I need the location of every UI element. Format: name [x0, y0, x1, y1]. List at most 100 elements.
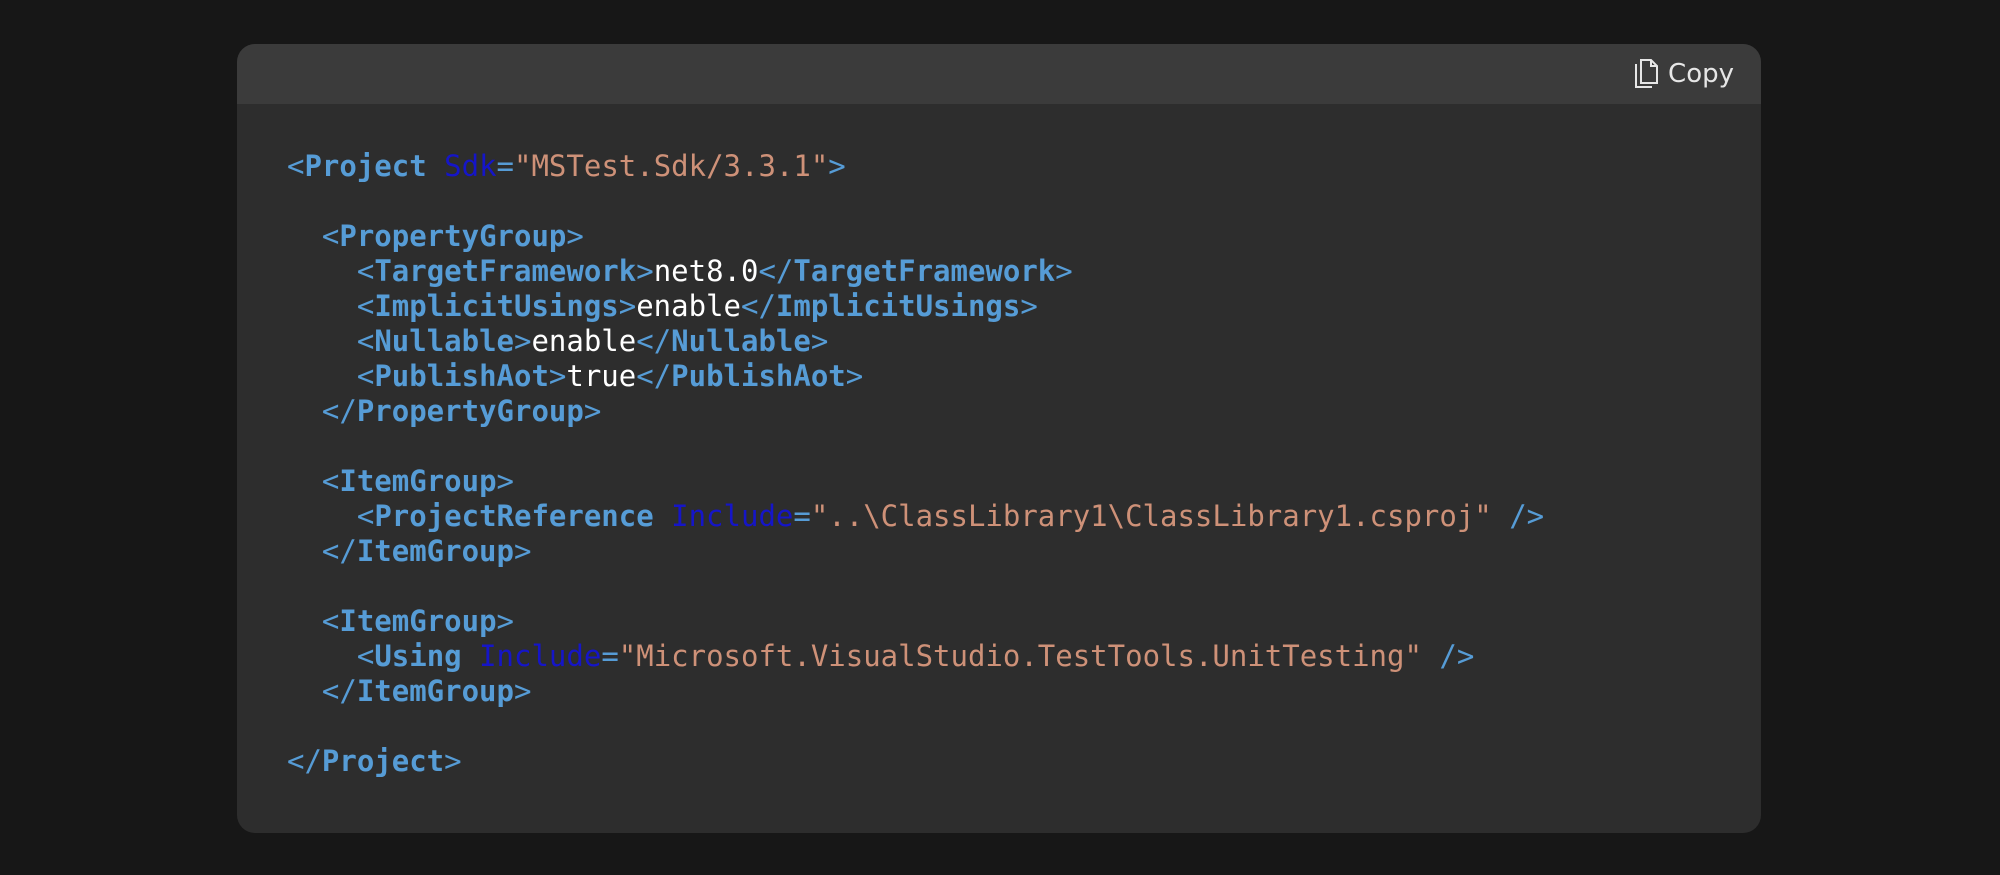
code-token-punc: >	[583, 394, 602, 428]
code-token-punc: <	[321, 219, 340, 253]
code-token-punc: </	[636, 324, 672, 358]
copy-icon	[1634, 59, 1660, 89]
code-token-tag: TargetFramework	[793, 254, 1056, 288]
code-token-punc: </	[321, 534, 357, 568]
code-line: <TargetFramework>net8.0</TargetFramework…	[287, 254, 1544, 289]
code-token-punc: >	[810, 324, 829, 358]
code-token-punc: >	[845, 359, 864, 393]
code-token-str: "..\ClassLibrary1\ClassLibrary1.csproj"	[810, 499, 1492, 533]
code-token-tag: ProjectReference	[374, 499, 654, 533]
code-line: </ItemGroup>	[287, 534, 1544, 569]
code-token-punc: >	[636, 254, 654, 288]
code-token-tag: TargetFramework	[374, 254, 637, 288]
code-token-txt: enable	[636, 289, 741, 323]
code-token-punc: <	[321, 464, 340, 498]
code-token-punc: =	[601, 639, 619, 673]
code-line: </ItemGroup>	[287, 674, 1544, 709]
code-token-punc: />	[1439, 639, 1475, 673]
code-token-punc: >	[566, 219, 584, 253]
code-token-tag: PropertyGroup	[339, 219, 567, 253]
code-token-punc: />	[1509, 499, 1545, 533]
code-block-header: Copy	[237, 44, 1761, 104]
code-token-punc: <	[356, 499, 375, 533]
copy-button[interactable]: Copy	[1634, 57, 1734, 91]
code-line: <PublishAot>true</PublishAot>	[287, 359, 1544, 394]
code-token-punc: <	[287, 149, 305, 183]
code-token-punc: >	[828, 149, 846, 183]
code-token-tag: ItemGroup	[339, 464, 497, 498]
code-block: Copy <Project Sdk="MSTest.Sdk/3.3.1"> <P…	[237, 44, 1761, 833]
code-token-txt: true	[566, 359, 637, 393]
code-token-punc: <	[321, 604, 340, 638]
code-token-punc: >	[513, 534, 532, 568]
code-token-str: "Microsoft.VisualStudio.TestTools.UnitTe…	[618, 639, 1422, 673]
code-token-attr: Sdk	[444, 149, 497, 183]
code-token-punc: </	[287, 744, 322, 778]
code-token-punc: =	[496, 149, 515, 183]
code-token-txt: net8.0	[653, 254, 759, 288]
code-token-punc: <	[356, 254, 375, 288]
code-token-tag: Project	[304, 149, 427, 183]
code-line: <ImplicitUsings>enable</ImplicitUsings>	[287, 289, 1544, 324]
code-token-tag: ImplicitUsings	[374, 289, 619, 323]
code-token-txt: enable	[531, 324, 637, 358]
code-token-tag: PropertyGroup	[356, 394, 584, 428]
code-line: <ItemGroup>	[287, 604, 1544, 639]
code-token-tag: ItemGroup	[356, 534, 514, 568]
code-token-punc: >	[548, 359, 567, 393]
code-token-punc: >	[513, 674, 532, 708]
code-line: <ItemGroup>	[287, 464, 1544, 499]
code-token-punc: </	[321, 394, 357, 428]
code-token-punc: >	[618, 289, 637, 323]
code-line: <Project Sdk="MSTest.Sdk/3.3.1">	[287, 149, 1544, 184]
code-token-tag: Using	[374, 639, 462, 673]
code-token-tag: ItemGroup	[356, 674, 514, 708]
code-token-punc: =	[793, 499, 811, 533]
code-token-tag: PublishAot	[374, 359, 549, 393]
code-token-punc: >	[444, 744, 462, 778]
code-line: <PropertyGroup>	[287, 219, 1544, 254]
code-token-punc: >	[496, 464, 514, 498]
code-line: </Project>	[287, 744, 1544, 779]
code-token-tag: PublishAot	[671, 359, 846, 393]
code-token-tag: ImplicitUsings	[775, 289, 1021, 323]
code-token-punc: >	[1020, 289, 1038, 323]
code-content: <Project Sdk="MSTest.Sdk/3.3.1"> <Proper…	[287, 149, 1544, 779]
code-token-tag: Project	[321, 744, 445, 778]
code-token-punc: </	[740, 289, 776, 323]
code-token-punc: >	[514, 324, 532, 358]
code-token-attr: Include	[479, 639, 602, 673]
code-line: <ProjectReference Include="..\ClassLibra…	[287, 499, 1544, 534]
code-token-tag: Nullable	[374, 324, 514, 358]
code-token-punc: >	[1055, 254, 1073, 288]
code-line: <Nullable>enable</Nullable>	[287, 324, 1544, 359]
code-token-punc: >	[496, 604, 514, 638]
code-token-tag: Nullable	[671, 324, 811, 358]
code-line: <Using Include="Microsoft.VisualStudio.T…	[287, 639, 1544, 674]
code-token-punc: </	[321, 674, 357, 708]
copy-button-label: Copy	[1668, 59, 1734, 89]
code-token-tag: ItemGroup	[339, 604, 497, 638]
code-token-punc: </	[636, 359, 672, 393]
